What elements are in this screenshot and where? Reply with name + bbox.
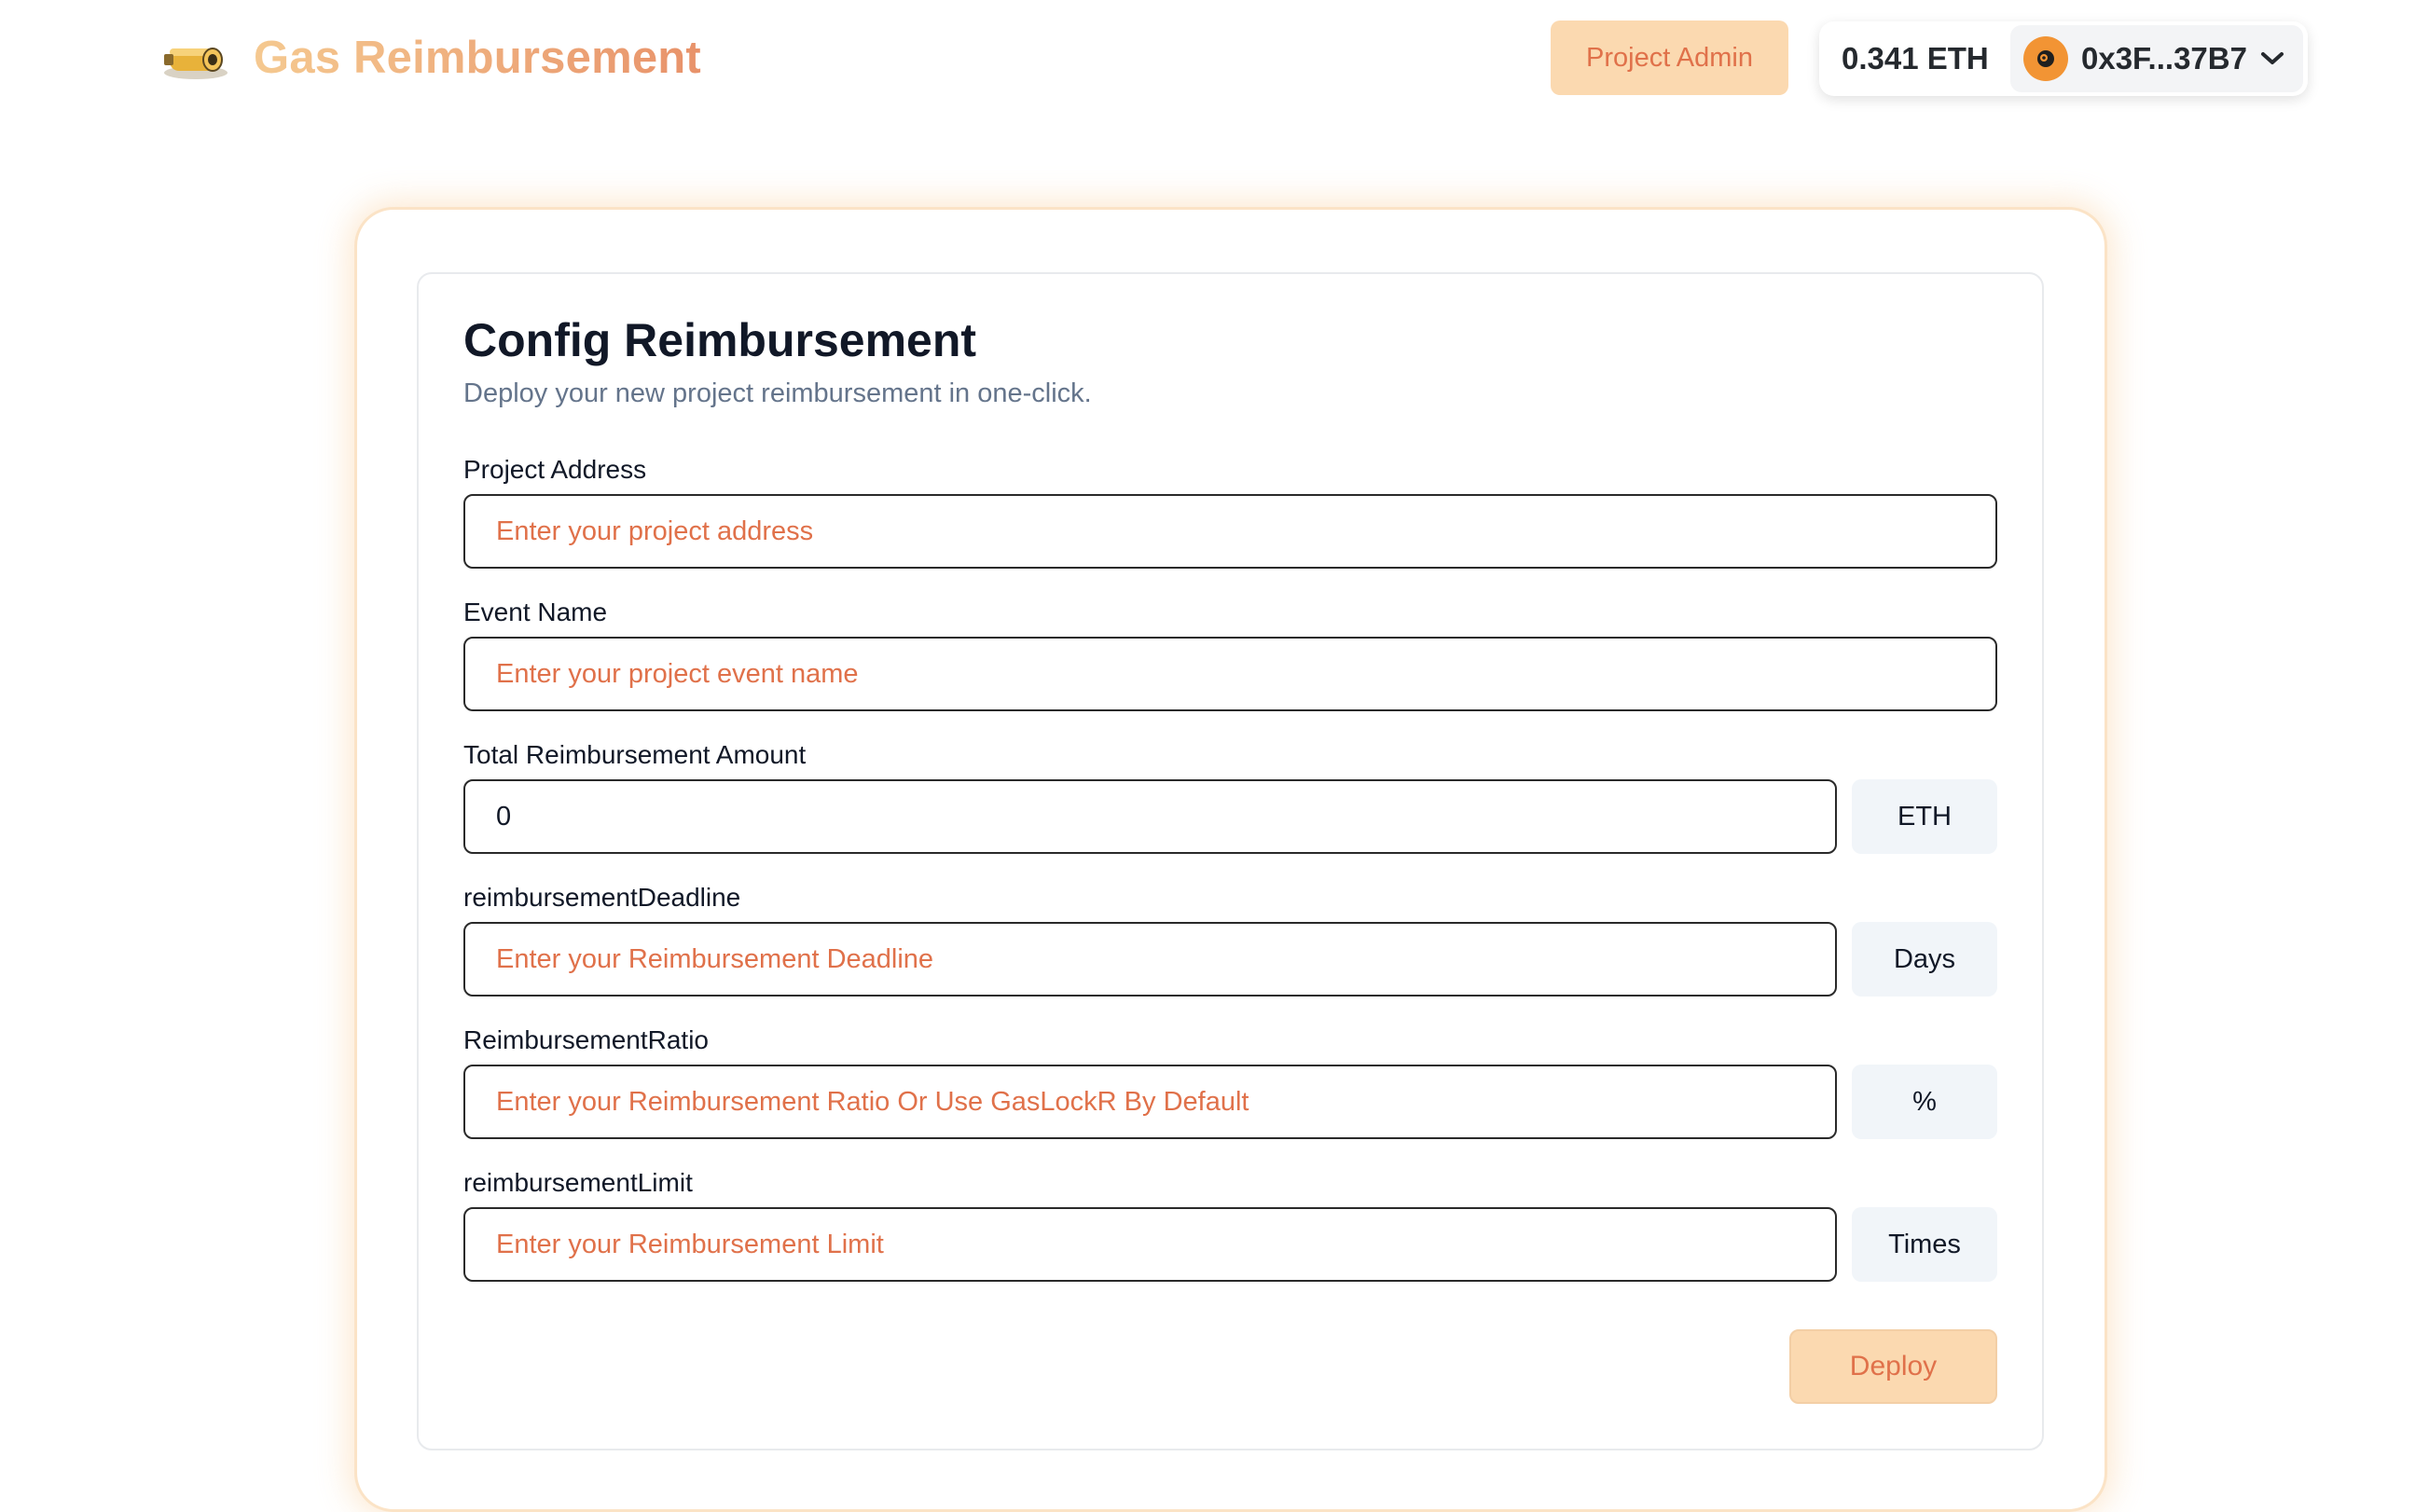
ratio-input[interactable] bbox=[463, 1065, 1837, 1139]
times-unit-addon: Times bbox=[1852, 1207, 1997, 1282]
gas-cylinder-icon[interactable] bbox=[159, 28, 231, 88]
eth-unit-addon: ETH bbox=[1852, 779, 1997, 854]
days-unit-addon: Days bbox=[1852, 922, 1997, 997]
chevron-down-icon bbox=[2260, 52, 2284, 64]
event-name-label: Event Name bbox=[463, 598, 608, 626]
limit-label: reimbursementLimit bbox=[463, 1168, 693, 1197]
form-description: Deploy your new project reimbursement in… bbox=[463, 378, 1092, 408]
deadline-label: reimbursementDeadline bbox=[463, 883, 741, 912]
project-admin-button[interactable]: Project Admin bbox=[1551, 21, 1788, 95]
total-amount-label: Total Reimbursement Amount bbox=[463, 740, 807, 769]
avatar-icon bbox=[2023, 36, 2068, 81]
percent-unit-addon: % bbox=[1852, 1065, 1997, 1139]
app-title: Gas Reimbursement bbox=[254, 28, 701, 88]
limit-input[interactable] bbox=[463, 1207, 1837, 1282]
account-dropdown-button[interactable]: 0x3F...37B7 bbox=[2010, 25, 2303, 92]
event-name-input[interactable] bbox=[463, 637, 1997, 711]
form-title: Config Reimbursement bbox=[463, 314, 977, 366]
project-address-input[interactable] bbox=[463, 494, 1997, 569]
top-navbar: Gas Reimbursement Project Admin 0.341 ET… bbox=[0, 0, 2415, 117]
deadline-input[interactable] bbox=[463, 922, 1837, 997]
wallet-address: 0x3F...37B7 bbox=[2081, 41, 2247, 76]
deploy-button[interactable]: Deploy bbox=[1789, 1329, 1997, 1404]
project-address-label: Project Address bbox=[463, 455, 647, 484]
total-amount-input[interactable] bbox=[463, 779, 1837, 854]
ratio-label: ReimbursementRatio bbox=[463, 1025, 709, 1054]
wallet-balance: 0.341 ETH bbox=[1842, 41, 1989, 76]
wallet-connect-widget[interactable]: 0.341 ETH 0x3F...37B7 bbox=[1819, 21, 2308, 96]
